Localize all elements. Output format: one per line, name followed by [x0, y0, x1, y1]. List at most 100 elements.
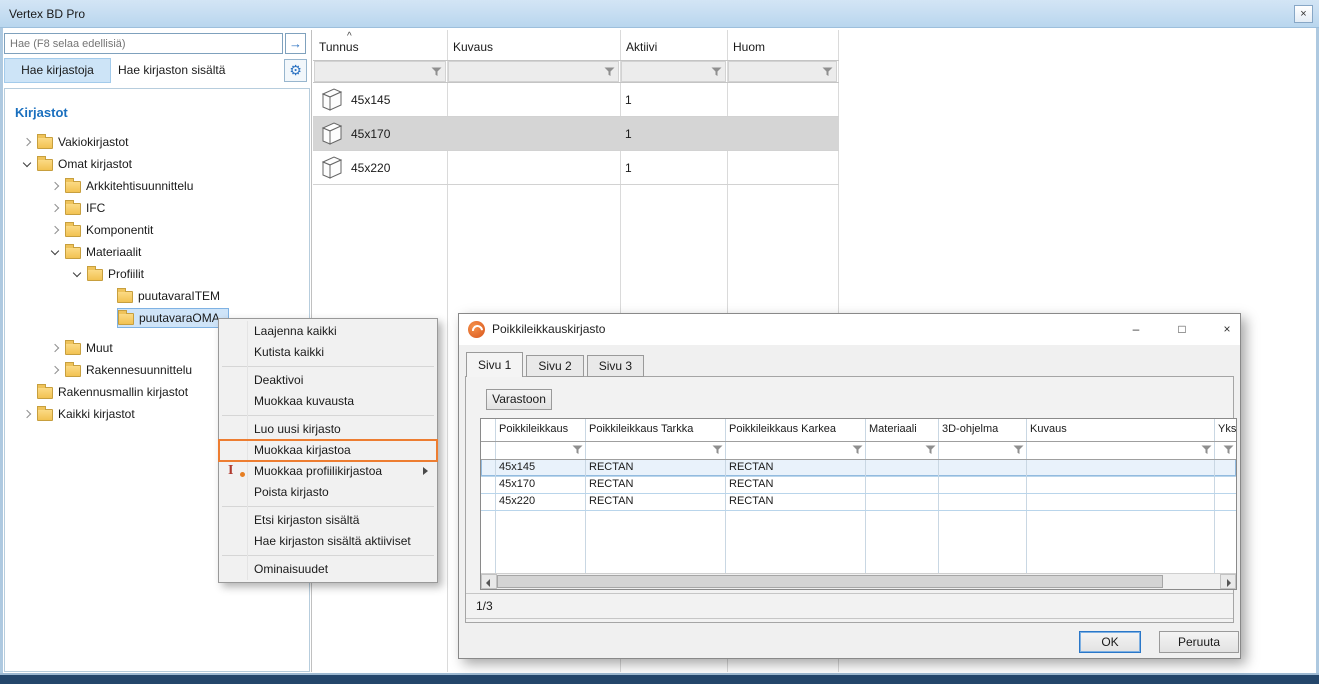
- column-header-poikkileikkaus[interactable]: Poikkileikkaus: [499, 423, 568, 435]
- scrollbar-thumb[interactable]: [497, 575, 1163, 588]
- table-row[interactable]: 45x170 1: [313, 117, 839, 151]
- chevron-right-icon[interactable]: [49, 342, 61, 354]
- search-input[interactable]: [4, 33, 283, 54]
- menu-item-luo-uusi-kirjasto[interactable]: Luo uusi kirjasto: [219, 419, 437, 440]
- tab-sivu-3[interactable]: Sivu 3: [587, 355, 644, 377]
- menu-item-muokkaa-profiilikirjastoa[interactable]: I Muokkaa profiilikirjastoa: [219, 461, 437, 482]
- tab-sivu-2[interactable]: Sivu 2: [526, 355, 583, 377]
- tab-hae-kirjastoja[interactable]: Hae kirjastoja: [4, 58, 111, 83]
- tab-sivu-1[interactable]: Sivu 1: [466, 352, 523, 377]
- menu-item-deaktivoi[interactable]: Deaktivoi: [219, 370, 437, 391]
- filter-cell-huom[interactable]: [728, 61, 837, 82]
- menu-item-label: Poista kirjasto: [254, 485, 329, 499]
- chevron-right-icon[interactable]: [21, 136, 33, 148]
- tree-item-arkkitehtisuunnittelu[interactable]: Arkkitehtisuunnittelu: [49, 176, 193, 196]
- filter-icon[interactable]: [1201, 444, 1212, 458]
- varastoon-button[interactable]: Varastoon: [486, 389, 552, 410]
- tree-item-puutavaraitem[interactable]: puutavaraITEM: [117, 286, 220, 306]
- chevron-right-icon[interactable]: [49, 364, 61, 376]
- table-row[interactable]: 45x220 RECTAN RECTAN: [481, 493, 1236, 510]
- folder-icon: [87, 269, 103, 281]
- cross-section-table: Poikkileikkaus Poikkileikkaus Tarkka Poi…: [480, 418, 1237, 590]
- tree-item-omat-kirjastot[interactable]: Omat kirjastot: [21, 154, 132, 174]
- cell-tarkka: RECTAN: [589, 459, 633, 476]
- tree-item-materiaalit[interactable]: Materiaalit: [49, 242, 141, 262]
- column-header-poikkileikkaus-tarkka[interactable]: Poikkileikkaus Tarkka: [589, 423, 693, 435]
- filter-cell-kuvaus[interactable]: [448, 61, 619, 82]
- chevron-right-icon[interactable]: [49, 224, 61, 236]
- table-row[interactable]: 45x145 RECTAN RECTAN: [481, 459, 1236, 476]
- filter-icon[interactable]: [431, 66, 442, 80]
- column-header-materiaali[interactable]: Materiaali: [869, 423, 917, 435]
- filter-icon[interactable]: [822, 66, 833, 80]
- filter-icon[interactable]: [604, 66, 615, 80]
- tree-item-label: Komponentit: [86, 223, 153, 237]
- settings-button[interactable]: ⚙: [284, 59, 307, 82]
- filter-icon[interactable]: [572, 444, 583, 458]
- menu-item-hae-kirjaston-sisalta-aktiiviset[interactable]: Hae kirjaston sisältä aktiiviset: [219, 531, 437, 552]
- dialog-maximize-button[interactable]: □: [1164, 314, 1200, 344]
- column-header-yks[interactable]: Yks: [1218, 423, 1236, 435]
- column-header-poikkileikkaus-karkea[interactable]: Poikkileikkaus Karkea: [729, 423, 836, 435]
- window-border-bottom: [0, 673, 1319, 684]
- tree-item-rakennesuunnittelu[interactable]: Rakennesuunnittelu: [49, 360, 192, 380]
- menu-item-ominaisuudet[interactable]: Ominaisuudet: [219, 559, 437, 580]
- tree-item-profiilit[interactable]: Profiilit: [71, 264, 144, 284]
- tree-item-vakiokirjastot[interactable]: Vakiokirjastot: [21, 132, 128, 152]
- filter-cell-aktiivi[interactable]: [621, 61, 726, 82]
- horizontal-scrollbar[interactable]: [481, 573, 1236, 589]
- cancel-button[interactable]: Peruuta: [1159, 631, 1239, 653]
- menu-item-label: Deaktivoi: [254, 373, 303, 387]
- tree-item-kaikki-kirjastot[interactable]: Kaikki kirjastot: [21, 404, 135, 424]
- titlebar[interactable]: Vertex BD Pro ×: [0, 0, 1319, 28]
- chevron-down-icon[interactable]: [21, 158, 33, 170]
- tree-item-label: IFC: [86, 201, 105, 215]
- filter-icon[interactable]: [1223, 444, 1234, 458]
- dialog-close-button[interactable]: ×: [1209, 314, 1241, 344]
- filter-icon[interactable]: [852, 444, 863, 458]
- menu-item-laajenna-kaikki[interactable]: Laajenna kaikki: [219, 321, 437, 342]
- column-header-kuvaus[interactable]: Kuvaus: [1030, 423, 1067, 435]
- tree-item-rakennusmallin-kirjastot[interactable]: Rakennusmallin kirjastot: [21, 382, 188, 402]
- column-header-kuvaus[interactable]: Kuvaus: [453, 40, 493, 54]
- column-header-3d-ohjelma[interactable]: 3D-ohjelma: [942, 423, 998, 435]
- menu-separator: [222, 366, 434, 367]
- menu-item-muokkaa-kuvausta[interactable]: Muokkaa kuvausta: [219, 391, 437, 412]
- chevron-down-icon[interactable]: [71, 268, 83, 280]
- filter-icon[interactable]: [712, 444, 723, 458]
- window-close-button[interactable]: ×: [1294, 5, 1313, 23]
- search-go-button[interactable]: →: [285, 33, 306, 54]
- filter-icon[interactable]: [711, 66, 722, 80]
- chevron-down-icon[interactable]: [49, 246, 61, 258]
- chevron-right-icon[interactable]: [49, 180, 61, 192]
- filter-icon[interactable]: [1013, 444, 1024, 458]
- column-header-huom[interactable]: Huom: [733, 40, 765, 54]
- scroll-left-button[interactable]: [481, 574, 497, 589]
- dialog-titlebar[interactable]: Poikkileikkauskirjasto – □ ×: [459, 314, 1240, 345]
- column-header-tunnus[interactable]: Tunnus: [319, 40, 359, 54]
- menu-item-muokkaa-kirjastoa[interactable]: Muokkaa kirjastoa: [219, 440, 437, 461]
- cell-aktiivi: 1: [625, 83, 632, 117]
- table-row[interactable]: 45x220 1: [313, 151, 839, 185]
- dialog-title: Poikkileikkauskirjasto: [492, 314, 605, 345]
- tree-item-ifc[interactable]: IFC: [49, 198, 105, 218]
- menu-item-poista-kirjasto[interactable]: Poista kirjasto: [219, 482, 437, 503]
- table-row[interactable]: 45x170 RECTAN RECTAN: [481, 476, 1236, 493]
- tree-item-label: Kaikki kirjastot: [58, 407, 135, 421]
- menu-item-kutista-kaikki[interactable]: Kutista kaikki: [219, 342, 437, 363]
- menu-item-etsi-kirjaston-sisalta[interactable]: Etsi kirjaston sisältä: [219, 510, 437, 531]
- chevron-right-icon[interactable]: [21, 408, 33, 420]
- table-row[interactable]: 45x145 1: [313, 83, 839, 117]
- tree-item-muut[interactable]: Muut: [49, 338, 113, 358]
- ok-button[interactable]: OK: [1079, 631, 1141, 653]
- grid-line: [481, 510, 1236, 511]
- scroll-right-button[interactable]: [1220, 574, 1236, 589]
- filter-icon[interactable]: [925, 444, 936, 458]
- dialog-minimize-button[interactable]: –: [1118, 314, 1154, 344]
- tree-item-puutavaraoma[interactable]: puutavaraOMA: [117, 308, 229, 328]
- tree-item-komponentit[interactable]: Komponentit: [49, 220, 153, 240]
- chevron-right-icon[interactable]: [49, 202, 61, 214]
- filter-cell-tunnus[interactable]: [314, 61, 446, 82]
- tab-hae-kirjaston-sisalta[interactable]: Hae kirjaston sisältä: [118, 58, 225, 83]
- column-header-aktiivi[interactable]: Aktiivi: [626, 40, 657, 54]
